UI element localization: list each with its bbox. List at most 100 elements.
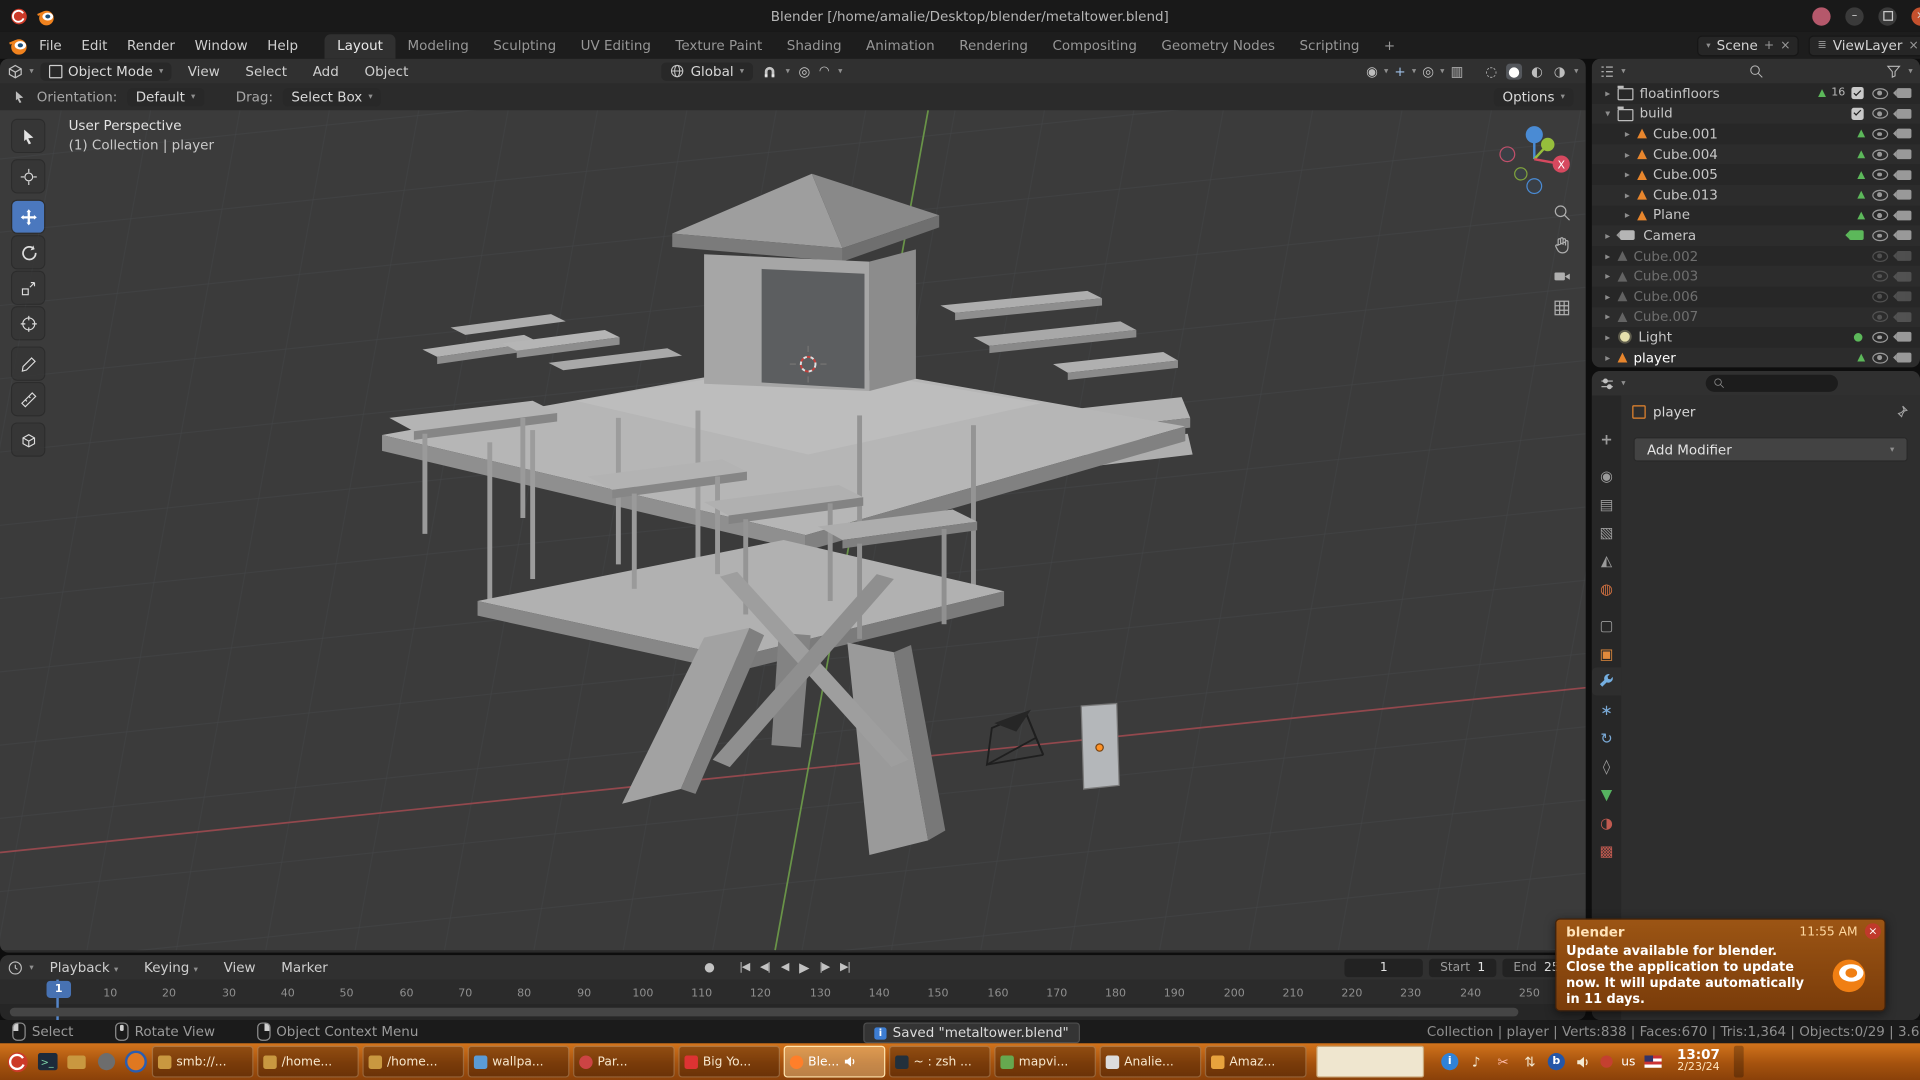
timeline-scrollbar[interactable]	[10, 1008, 1519, 1017]
keyboard-layout-indicator[interactable]: us	[1621, 1055, 1635, 1068]
workspace-tab-sculpting[interactable]: Sculpting	[481, 34, 568, 58]
add-workspace-button[interactable]: +	[1372, 34, 1408, 58]
close-button[interactable]: ×	[1911, 7, 1920, 25]
snap-magnet-icon[interactable]	[761, 63, 777, 79]
show-overlays-icon[interactable]: ◎	[1422, 63, 1434, 79]
playhead-badge[interactable]: 1	[47, 981, 71, 998]
minimize-button[interactable]: –	[1845, 7, 1863, 25]
options-dropdown[interactable]: Options▾	[1494, 88, 1574, 106]
network-tray-icon[interactable]: ⇅	[1521, 1052, 1539, 1070]
outliner-row-cube001[interactable]: ▸ Cube.001	[1592, 124, 1920, 144]
workspace-tab-modeling[interactable]: Modeling	[395, 34, 481, 58]
taskbar-window-zsh[interactable]: ~ : zsh ...	[889, 1046, 991, 1078]
current-frame-field[interactable]: 1	[1345, 958, 1423, 976]
scale-tool[interactable]	[12, 272, 44, 304]
collection-checkbox[interactable]	[1851, 87, 1863, 99]
disable-render-icon[interactable]	[1897, 292, 1912, 302]
outliner-row-cube004[interactable]: ▸ Cube.004	[1592, 144, 1920, 164]
timeline-menu-playback[interactable]: Playback ▾	[40, 957, 128, 978]
hide-viewport-icon[interactable]	[1872, 108, 1888, 119]
applications-menu-icon[interactable]	[5, 1049, 31, 1075]
hide-viewport-icon[interactable]	[1872, 250, 1888, 261]
hide-viewport-icon[interactable]	[1872, 149, 1888, 160]
pan-hand-icon[interactable]	[1553, 235, 1573, 255]
play-button[interactable]: ▶	[795, 959, 811, 975]
transform-orientation-dropdown[interactable]: Global ▾	[661, 62, 752, 80]
terminal-launcher-icon[interactable]: >_	[34, 1049, 60, 1075]
taskbar-window-blender[interactable]: Ble...	[784, 1046, 886, 1078]
disable-render-icon[interactable]	[1897, 210, 1912, 220]
maximize-button[interactable]	[1878, 7, 1896, 25]
workspace-tab-uv-editing[interactable]: UV Editing	[568, 34, 663, 58]
taskbar-window-document[interactable]: Analie...	[1100, 1046, 1202, 1078]
info-tray-icon[interactable]: i	[1441, 1053, 1458, 1070]
tab-object-data[interactable]: ▼	[1592, 780, 1621, 808]
zoom-icon[interactable]	[1553, 203, 1573, 223]
new-scene-icon[interactable]: +	[1764, 39, 1774, 52]
jump-to-end-button[interactable]: ▶|	[836, 961, 853, 973]
scene-selector[interactable]: ▾ Scene + ×	[1698, 35, 1799, 56]
player-plane[interactable]	[1081, 704, 1119, 789]
timeline-editor-icon[interactable]	[7, 959, 23, 975]
tab-constraints[interactable]: ◊	[1592, 752, 1621, 780]
camera-view-icon[interactable]	[1553, 267, 1573, 287]
gizmo-y-axis[interactable]	[1541, 138, 1554, 151]
hide-viewport-icon[interactable]	[1872, 291, 1888, 302]
outliner-row-cube002[interactable]: ▸ Cube.002	[1592, 246, 1920, 266]
tab-texture[interactable]: ▩	[1592, 836, 1621, 864]
workspace-tab-shading[interactable]: Shading	[775, 34, 854, 58]
timeline-menu-marker[interactable]: Marker	[271, 957, 337, 978]
clock[interactable]: 13:07 2/23/24	[1677, 1048, 1720, 1075]
hide-viewport-icon[interactable]	[1872, 88, 1888, 99]
outliner-row-cube007[interactable]: ▸ Cube.007	[1592, 307, 1920, 327]
disable-render-icon[interactable]	[1897, 190, 1912, 200]
outliner-search-icon[interactable]	[1748, 63, 1764, 79]
tab-world[interactable]: ◍	[1592, 574, 1621, 602]
workspace-tab-scripting[interactable]: Scripting	[1287, 34, 1371, 58]
hide-viewport-icon[interactable]	[1872, 271, 1888, 282]
taskbar-window-shop[interactable]: Amaz...	[1205, 1046, 1307, 1078]
tab-tool[interactable]: +	[1592, 425, 1621, 453]
navigation-gizmo[interactable]: X	[1495, 120, 1573, 198]
menu-file[interactable]: File	[29, 35, 71, 56]
play-reverse-button[interactable]: ◀	[777, 961, 792, 973]
proportional-falloff-icon[interactable]: ◠	[819, 64, 830, 77]
view-layer-selector[interactable]: ≣ ViewLayer ×	[1809, 35, 1920, 56]
viewport-canvas[interactable]: User Perspective (1) Collection | player	[0, 110, 1586, 950]
tab-scene[interactable]: ◭	[1592, 546, 1621, 574]
transform-tool[interactable]	[12, 307, 44, 339]
taskbar-window-mapview[interactable]: mapvi...	[994, 1046, 1096, 1078]
mode-dropdown[interactable]: Object Mode ▾	[40, 62, 172, 80]
outliner-row-cube005[interactable]: ▸ Cube.005	[1592, 165, 1920, 185]
desktop-pager[interactable]	[1316, 1046, 1424, 1078]
select-box-tool[interactable]	[12, 120, 44, 152]
filter-funnel-icon[interactable]	[1886, 63, 1902, 79]
hide-viewport-icon[interactable]	[1872, 210, 1888, 221]
disable-render-icon[interactable]	[1897, 251, 1912, 261]
remove-view-layer-icon[interactable]: ×	[1909, 39, 1919, 52]
taskbar-window-home2[interactable]: /home...	[362, 1046, 464, 1078]
viewport-menu-select[interactable]: Select	[236, 61, 297, 82]
measure-tool[interactable]	[12, 383, 44, 415]
gizmo-neg-z-axis[interactable]	[1527, 179, 1542, 194]
orientation-dropdown[interactable]: Default▾	[127, 88, 204, 106]
show-gizmo-icon[interactable]: +	[1394, 63, 1405, 79]
outliner-row-plane[interactable]: ▸ Plane	[1592, 205, 1920, 225]
gizmo-neg-x-axis[interactable]	[1500, 147, 1515, 162]
workspace-tab-geometry-nodes[interactable]: Geometry Nodes	[1149, 34, 1287, 58]
autokey-record-button[interactable]: ●	[700, 961, 717, 974]
hide-viewport-icon[interactable]	[1872, 169, 1888, 180]
workspace-tab-texture-paint[interactable]: Texture Paint	[663, 34, 774, 58]
pin-icon[interactable]	[1894, 404, 1909, 419]
timeline-menu-view[interactable]: View	[214, 957, 266, 978]
properties-search-input[interactable]	[1706, 375, 1838, 392]
unlink-scene-icon[interactable]: ×	[1780, 39, 1790, 52]
outliner-row-floatinfloors[interactable]: ▸ floatinfloors 16	[1592, 83, 1920, 103]
timeline-menu-keying[interactable]: Keying ▾	[134, 957, 207, 978]
panel-handle[interactable]	[1733, 1046, 1743, 1078]
collapse-arrow[interactable]: ▾	[1602, 108, 1614, 119]
previous-keyframe-button[interactable]: ◀|	[756, 961, 773, 973]
shading-rendered-icon[interactable]: ◑	[1551, 63, 1568, 79]
rotate-tool[interactable]	[12, 236, 44, 268]
menu-window[interactable]: Window	[185, 35, 258, 56]
